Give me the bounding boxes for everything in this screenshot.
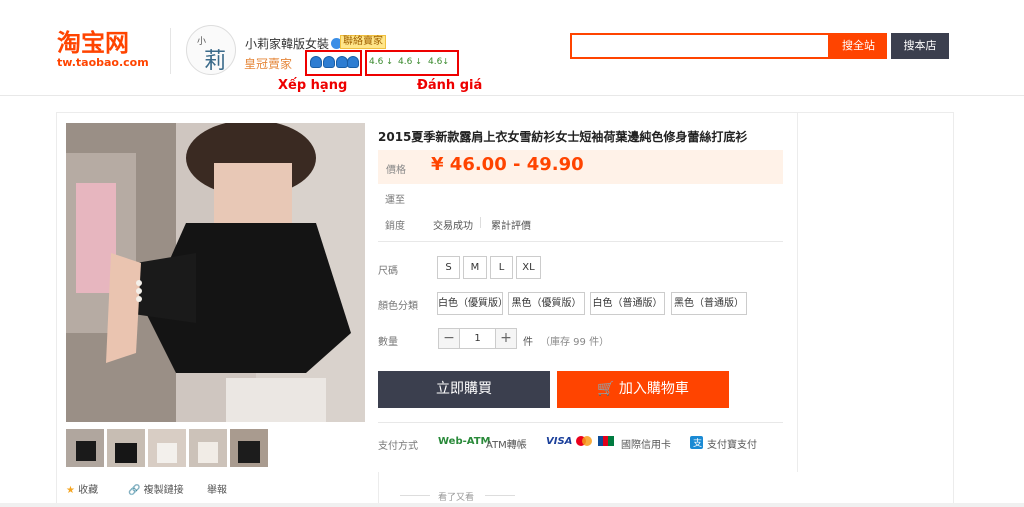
size-label: 尺碼	[378, 266, 398, 277]
price-value: ¥ 46.00 - 49.90	[431, 154, 584, 175]
quantity-decrease-button[interactable]: −	[438, 328, 460, 349]
shipping-label: 運至	[385, 195, 405, 206]
quantity-increase-button[interactable]: +	[495, 328, 517, 349]
payment-label: 支付方式	[378, 441, 418, 452]
credit-card-label: 國際信用卡	[621, 440, 671, 451]
taobao-logo[interactable]: 淘宝网 tw.taobao.com	[57, 30, 153, 70]
thumbnail[interactable]	[230, 429, 268, 467]
crown-icon	[310, 56, 322, 68]
avatar-char: 莉	[204, 49, 227, 74]
price-box: 價格 ¥ 46.00 - 49.90	[378, 150, 783, 184]
search-store-button[interactable]: 搜本店	[891, 33, 949, 59]
logo-text: 淘宝网	[57, 29, 129, 57]
vertical-divider	[378, 472, 379, 507]
side-divider	[797, 112, 798, 472]
size-option[interactable]: M	[463, 256, 487, 279]
section-divider	[378, 422, 783, 423]
search-all-button[interactable]: 搜全站	[830, 33, 887, 59]
quantity-label: 數量	[378, 337, 398, 348]
price-label: 價格	[386, 165, 406, 176]
crown-icon	[347, 56, 359, 68]
deals-count: 交易成功	[433, 221, 473, 232]
alipay-label: 支付寶支付	[707, 440, 757, 451]
sales-label: 銷度	[385, 221, 405, 232]
svg-text:支: 支	[693, 437, 702, 449]
link-icon: 🔗	[128, 485, 141, 496]
logo-url: tw.taobao.com	[57, 56, 149, 69]
visa-icon: VISA	[546, 436, 573, 447]
down-arrow-icon: ↓	[442, 57, 450, 66]
jcb-icon	[598, 436, 614, 449]
down-arrow-icon: ↓	[386, 57, 393, 66]
seen-more-rule-right	[485, 495, 515, 496]
section-divider	[378, 241, 783, 242]
rating-highlight-box: 4.6 ↓ 4.6 ↓ 4.6↓	[365, 50, 459, 76]
rating-item: 4.6↓	[428, 57, 450, 67]
rank-caption: Xếp hạng	[278, 78, 348, 93]
rating-item: 4.6 ↓	[369, 57, 393, 67]
seller-level: 皇冠賣家	[244, 57, 293, 71]
rank-highlight-box	[305, 50, 362, 76]
size-option[interactable]: L	[490, 256, 513, 279]
seen-more-title: 看了又看	[438, 493, 475, 503]
reviews-count[interactable]: 累計評價	[491, 217, 531, 232]
mastercard-icon	[576, 436, 592, 449]
color-option[interactable]: 白色（普通版）	[590, 292, 665, 315]
report-link[interactable]: 舉報	[207, 481, 227, 496]
size-option[interactable]: S	[437, 256, 460, 279]
crown-icon	[323, 56, 335, 68]
contact-seller-badge[interactable]: 聯絡賣家	[340, 35, 386, 49]
stat-divider	[480, 217, 481, 228]
thumbnail[interactable]	[148, 429, 186, 467]
down-arrow-icon: ↓	[415, 57, 422, 66]
site-header: 淘宝网 tw.taobao.com 小 莉 小莉家韓版女裝 聯絡賣家 皇冠賣家 …	[0, 0, 1024, 96]
copy-link[interactable]: 🔗 複製鏈接	[128, 481, 184, 496]
page-bottom-bar	[0, 503, 1024, 507]
rating-item: 4.6 ↓	[398, 57, 422, 67]
favorite-link[interactable]: ★ 收藏	[66, 481, 98, 496]
stock-count: （庫存 99 件）	[540, 337, 610, 348]
seen-more-rule-left	[400, 495, 430, 496]
main-product-photo[interactable]	[66, 123, 365, 422]
atm-transfer-label: ATM轉帳	[486, 440, 527, 451]
thumbnail[interactable]	[189, 429, 227, 467]
buy-now-button[interactable]: 立即購買	[378, 371, 550, 408]
shop-avatar[interactable]: 小 莉	[186, 25, 236, 75]
thumbnail[interactable]	[66, 429, 104, 467]
star-icon: ★	[66, 485, 75, 496]
quantity-unit: 件	[523, 337, 533, 348]
product-photo-image	[66, 123, 365, 422]
product-title: 2015夏季新款露肩上衣女雪紡衫女士短袖荷葉邊純色修身蕾絲打底衫	[378, 130, 748, 144]
color-option[interactable]: 黑色（優質版）	[508, 292, 585, 315]
search-input[interactable]	[570, 33, 830, 59]
quantity-input[interactable]: 1	[460, 328, 495, 349]
color-option[interactable]: 黑色（普通版）	[671, 292, 747, 315]
shop-name-text: 小莉家韓版女裝	[245, 37, 330, 51]
add-to-cart-button[interactable]: 🛒 加入購物車	[557, 371, 729, 408]
rating-caption: Đánh giá	[417, 78, 483, 93]
size-option[interactable]: XL	[516, 256, 541, 279]
color-label: 顏色分類	[378, 301, 418, 312]
color-option[interactable]: 白色（優質版）	[437, 292, 508, 315]
web-atm-icon: Web-ATM	[438, 436, 491, 447]
alipay-icon: 支	[690, 436, 703, 452]
thumbnail[interactable]	[107, 429, 145, 467]
header-divider	[170, 28, 171, 74]
